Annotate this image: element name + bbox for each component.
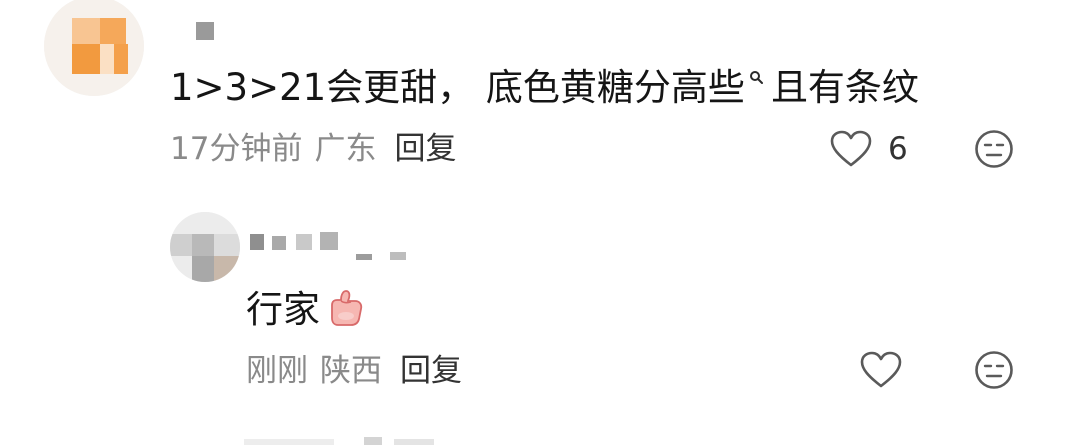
censor-block bbox=[272, 236, 286, 250]
censor-block bbox=[250, 234, 264, 250]
comment-location: 陕西 bbox=[320, 353, 382, 389]
comment-text: 行家 bbox=[246, 288, 364, 332]
avatar[interactable] bbox=[44, 0, 144, 96]
avatar-pixel bbox=[100, 18, 126, 44]
heart-icon[interactable] bbox=[830, 130, 872, 168]
censor-block bbox=[390, 252, 406, 260]
censor-block bbox=[364, 437, 382, 445]
next-comment-cropped bbox=[244, 437, 504, 447]
comment-meta: 刚刚 陕西 回复 bbox=[246, 352, 474, 390]
thumbs-up-emoji-icon bbox=[324, 289, 364, 327]
comment-text: 1>3>21会更甜， 底色黄糖分高些 且有条纹 bbox=[170, 66, 919, 110]
censor-block bbox=[196, 22, 214, 40]
comment-time: 刚刚 bbox=[246, 353, 308, 389]
avatar-pixel bbox=[170, 234, 192, 256]
avatar-pixel bbox=[72, 18, 100, 44]
meh-face-icon[interactable] bbox=[974, 350, 1014, 390]
search-icon[interactable] bbox=[747, 66, 767, 92]
comment-time: 17分钟前 bbox=[170, 131, 303, 167]
reply-button[interactable]: 回复 bbox=[394, 131, 456, 167]
avatar[interactable] bbox=[170, 212, 240, 282]
censor-block bbox=[244, 439, 334, 445]
meh-face-icon[interactable] bbox=[974, 129, 1014, 169]
comment-text-main: 1>3>21会更甜， 底色黄糖分高些 bbox=[170, 66, 745, 109]
avatar-pixel bbox=[214, 256, 240, 282]
reply-button[interactable]: 回复 bbox=[400, 353, 462, 389]
comment-text-main: 行家 bbox=[246, 288, 320, 331]
avatar-pixel bbox=[114, 44, 128, 74]
username-censored[interactable] bbox=[250, 232, 420, 260]
avatar-pixel bbox=[72, 44, 100, 74]
comment-location: 广东 bbox=[314, 131, 377, 167]
censor-block bbox=[394, 439, 434, 445]
username-censored[interactable] bbox=[196, 22, 220, 42]
avatar-pixel bbox=[192, 256, 214, 282]
heart-icon[interactable] bbox=[860, 351, 902, 389]
censor-block bbox=[356, 254, 372, 260]
avatar-pixel bbox=[192, 234, 214, 256]
comment-meta: 17分钟前 广东 回复 bbox=[170, 130, 468, 168]
censor-block bbox=[320, 232, 338, 250]
like-count: 6 bbox=[888, 131, 908, 167]
comment-text-tail: 且有条纹 bbox=[770, 66, 919, 109]
censor-block bbox=[296, 234, 312, 250]
avatar-pixel bbox=[214, 234, 240, 256]
avatar-pixel bbox=[100, 44, 114, 74]
